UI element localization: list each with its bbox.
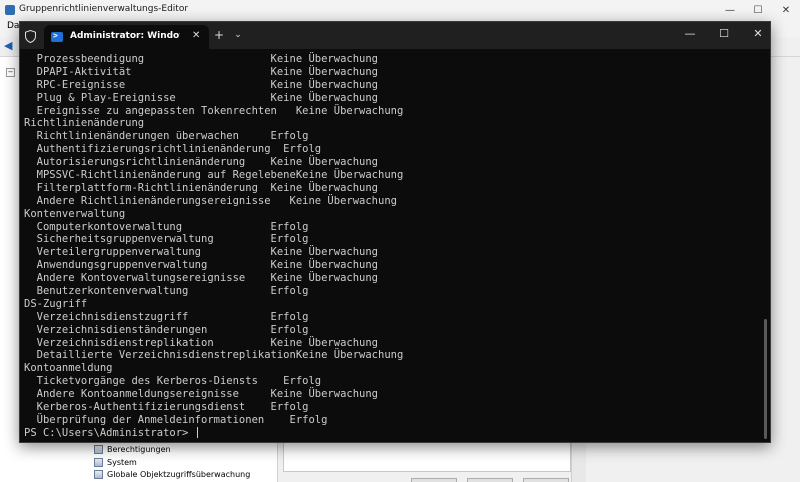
terminal-scrollbar-thumb[interactable] — [764, 319, 767, 439]
policy-folder-icon — [94, 457, 103, 467]
terminal-output[interactable]: Prozessbeendigung Keine Überwachung DPAP… — [20, 49, 770, 442]
details-box — [283, 442, 571, 472]
details-scrollbar[interactable] — [571, 442, 586, 482]
tree-item-label: Berechtigungen — [107, 444, 171, 454]
terminal-line: Kontoanmeldung — [24, 362, 113, 375]
terminal-line: Kerberos-Authentifizierungsdienst Erfolg — [24, 401, 309, 414]
tab-dropdown-chevron-icon[interactable]: ⌄ — [233, 30, 243, 40]
terminal-line: Andere Kontoverwaltungsereignisse Keine … — [24, 272, 379, 285]
terminal-line: Verzeichnisdienständerungen Erfolg — [24, 323, 309, 336]
tree-item-label: Globale Objektzugriffsüberwachung — [107, 469, 251, 479]
terminal-line: Richtlinienänderung — [24, 117, 145, 130]
terminal-line: Detaillierte Verzeichnisdienstreplikatio… — [24, 349, 404, 362]
terminal-line: Anwendungsgruppenverwaltung Keine Überwa… — [24, 259, 379, 272]
tab-title: Administrator: Windows PowerShell — [70, 31, 180, 41]
terminal-line: Ticketvorgänge des Kerberos-Diensts Erfo… — [24, 375, 322, 388]
close-icon[interactable]: ✕ — [772, 0, 800, 20]
tree-item-global-object-access[interactable]: Globale Objektzugriffsüberwachung — [94, 468, 250, 480]
terminal-line: Plug & Play-Ereignisse Keine Überwachung — [24, 91, 379, 104]
gpo-editor-app-icon — [5, 5, 15, 15]
policy-folder-icon — [94, 469, 103, 479]
background-window-title: Gruppenrichtlinienverwaltungs-Editor — [19, 4, 189, 14]
tree-item-system[interactable]: System — [94, 456, 137, 468]
tab-close-icon[interactable]: ✕ — [192, 30, 200, 41]
terminal-minimize-icon[interactable]: — — [682, 27, 698, 40]
menu-item-file[interactable]: Da — [7, 21, 19, 31]
terminal-line: Prozessbeendigung Keine Überwachung — [24, 53, 379, 65]
terminal-line: DPAPI-Aktivität Keine Überwachung — [24, 65, 379, 78]
terminal-line: Verzeichnisdienstreplikation Keine Überw… — [24, 336, 379, 349]
new-tab-button[interactable]: + — [212, 28, 226, 42]
terminal-line: Andere Kontoanmeldungsereignisse Keine Ü… — [24, 388, 379, 401]
terminal-line: Benutzerkontenverwaltung Erfolg — [24, 285, 309, 298]
terminal-line: MPSSVC-Richtlinienänderung auf Regeleben… — [24, 169, 404, 182]
terminal-window: > Administrator: Windows PowerShell ✕ + … — [19, 21, 771, 443]
prompt-text: PS C:\Users\Administrator> — [24, 426, 195, 439]
back-arrow-icon[interactable]: ◀ — [4, 39, 12, 52]
terminal-titlebar[interactable]: > Administrator: Windows PowerShell ✕ + … — [20, 22, 770, 49]
dialog-button-apply[interactable] — [523, 478, 569, 482]
terminal-line: RPC-Ereignisse Keine Überwachung — [24, 78, 379, 91]
terminal-maximize-icon[interactable]: ☐ — [716, 27, 732, 40]
maximize-icon[interactable]: ☐ — [744, 0, 772, 20]
policy-folder-icon — [94, 444, 103, 454]
tab-powershell[interactable]: > Administrator: Windows PowerShell ✕ — [44, 25, 209, 49]
dialog-button-ok[interactable] — [411, 478, 457, 482]
terminal-line: Sicherheitsgruppenverwaltung Erfolg — [24, 233, 309, 246]
terminal-prompt-line[interactable]: PS C:\Users\Administrator> — [24, 426, 403, 440]
tree-item-label: System — [107, 457, 137, 467]
terminal-close-icon[interactable]: ✕ — [750, 27, 766, 40]
terminal-line: Ereignisse zu angepassten Tokenrechten K… — [24, 104, 404, 117]
admin-shield-icon — [25, 30, 36, 43]
minimize-icon[interactable]: — — [716, 0, 744, 20]
terminal-line: Überprüfung der Anmeldeinformationen Erf… — [24, 413, 328, 426]
terminal-line: Filterplattform-Richtlinienänderung Kein… — [24, 181, 379, 194]
tree-collapse-icon[interactable]: − — [6, 68, 15, 77]
terminal-line: Kontenverwaltung — [24, 207, 126, 220]
terminal-line: Verzeichnisdienstzugriff Erfolg — [24, 310, 309, 323]
powershell-icon: > — [51, 31, 63, 42]
terminal-line: Autorisierungsrichtlinienänderung Keine … — [24, 156, 379, 169]
tree-item-permissions[interactable]: Berechtigungen — [94, 443, 171, 455]
terminal-line: DS-Zugriff — [24, 297, 88, 310]
background-window-controls: — ☐ ✕ — [716, 0, 800, 20]
terminal-lines: Prozessbeendigung Keine Überwachung DPAP… — [24, 53, 403, 440]
terminal-line: Authentifizierungsrichtlinienänderung Er… — [24, 143, 322, 156]
text-cursor — [196, 426, 198, 438]
dialog-button-cancel[interactable] — [467, 478, 513, 482]
background-window-titlebar: Gruppenrichtlinienverwaltungs-Editor — ☐… — [0, 0, 800, 20]
terminal-line: Computerkontoverwaltung Erfolg — [24, 220, 309, 233]
terminal-line: Richtlinienänderungen überwachen Erfolg — [24, 130, 309, 143]
terminal-line: Andere Richtlinienänderungsereignisse Ke… — [24, 194, 397, 207]
terminal-line: Verteilergruppenverwaltung Keine Überwac… — [24, 246, 379, 259]
